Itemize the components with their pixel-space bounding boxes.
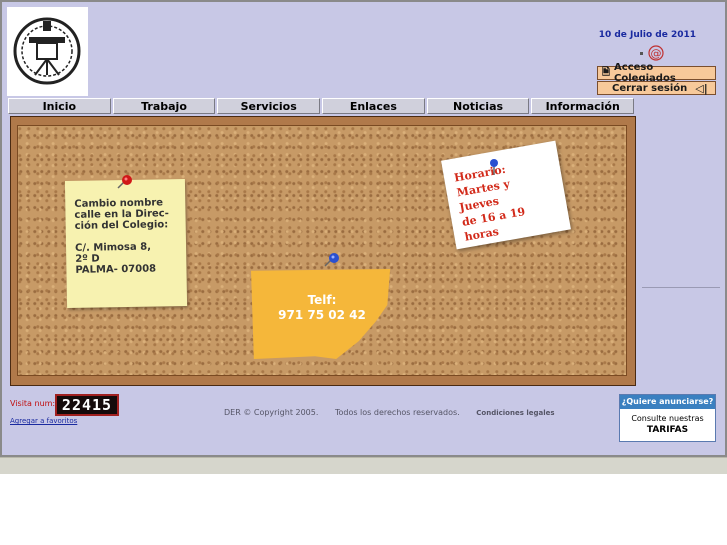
hours-note: Horario: Martes y Jueves de 16 a 19 hora…: [441, 140, 571, 250]
email-at-icon[interactable]: @: [640, 45, 666, 61]
advertise-text: Consulte nuestras: [631, 414, 704, 423]
address-line: PALMA- 07008: [75, 263, 157, 276]
main-nav: Inicio Trabajo Servicios Enlaces Noticia…: [8, 98, 635, 114]
red-pushpin-icon: [116, 174, 134, 194]
nav-item-enlaces[interactable]: Enlaces: [322, 98, 425, 114]
logout-label: Cerrar sesión: [612, 82, 688, 94]
address-line: ción del Colegio:: [74, 219, 169, 232]
member-login-button[interactable]: 🗎 Acceso Colegiados: [597, 62, 716, 84]
cork-board: Cambio nombre calle en la Direc- ción de…: [10, 116, 636, 386]
blue-pushpin-icon: [323, 252, 341, 272]
bottom-bar: [0, 457, 727, 474]
cork-surface: Cambio nombre calle en la Direc- ción de…: [17, 125, 627, 376]
copyright-text: DER © Copyright 2005.: [224, 408, 319, 417]
legal-terms-link[interactable]: Condiciones legales: [476, 409, 554, 417]
nav-item-informacion[interactable]: Información: [531, 98, 635, 114]
copyright-notice: DER © Copyright 2005. Todos los derechos…: [224, 408, 555, 417]
advertise-title: ¿Quiere anunciarse?: [620, 395, 715, 409]
address-note: Cambio nombre calle en la Direc- ción de…: [64, 178, 188, 309]
back-arrow-icon: ◁|: [695, 81, 708, 95]
phone-note: Telf: 971 75 02 42: [251, 269, 391, 359]
nav-item-trabajo[interactable]: Trabajo: [112, 98, 216, 114]
current-date: 10 de Julio de 2011: [598, 30, 696, 40]
college-seal-logo: [7, 7, 88, 96]
rates-link[interactable]: TARIFAS: [620, 425, 715, 435]
logout-button[interactable]: Cerrar sesión ◁|: [597, 81, 716, 95]
phone-number: 971 75 02 42: [278, 308, 366, 322]
blue-pushpin-icon: [488, 158, 500, 180]
document-icon: 🗎: [602, 66, 611, 78]
nav-item-noticias[interactable]: Noticias: [426, 98, 530, 114]
nav-item-inicio[interactable]: Inicio: [8, 98, 111, 114]
visit-counter: 22415: [55, 394, 119, 416]
advertise-box[interactable]: ¿Quiere anunciarse? Consulte nuestras TA…: [619, 394, 716, 442]
divider: [642, 287, 720, 288]
nav-item-servicios[interactable]: Servicios: [217, 98, 321, 114]
page-frame: 10 de Julio de 2011 @ 🗎 Acceso Colegiado…: [0, 0, 727, 457]
visit-counter-label: Visita num:: [10, 399, 56, 408]
phone-label: Telf:: [307, 293, 337, 307]
add-to-favorites-link[interactable]: Agregar a favoritos: [10, 417, 77, 425]
rights-text: Todos los derechos reservados.: [334, 408, 460, 417]
svg-text:@: @: [651, 47, 662, 60]
